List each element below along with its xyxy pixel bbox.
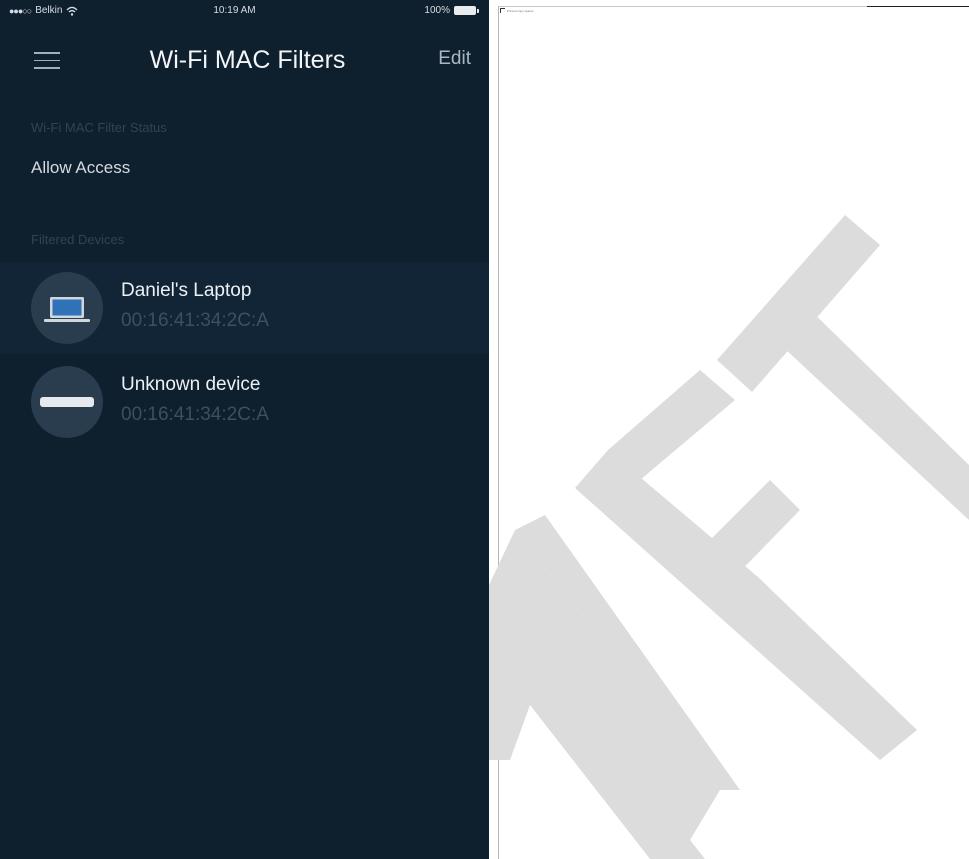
screenshot: ●●●○○ Belkin 10:19 AM 100% Wi-Fi MAC Fil… bbox=[0, 0, 969, 859]
draft-watermark bbox=[489, 215, 969, 859]
